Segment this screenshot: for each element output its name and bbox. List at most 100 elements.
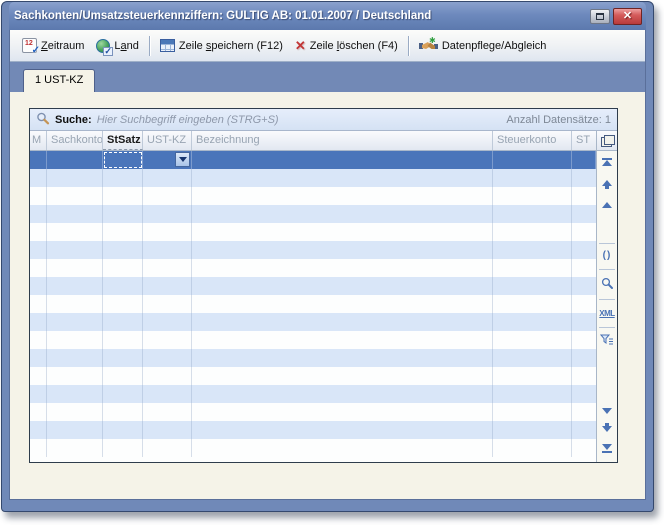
grid-cell[interactable] xyxy=(572,277,596,295)
grid-cell[interactable] xyxy=(30,295,47,313)
grid-cell[interactable] xyxy=(103,367,143,385)
grid-cell[interactable] xyxy=(103,205,143,223)
grid-cell[interactable] xyxy=(47,385,103,403)
grid-cell[interactable] xyxy=(30,403,47,421)
grid-cell[interactable] xyxy=(493,295,572,313)
grid-cell[interactable] xyxy=(47,439,103,457)
header-m[interactable]: M xyxy=(30,131,47,150)
grid-cell[interactable] xyxy=(47,367,103,385)
zeitraum-button[interactable]: Zeitraum xyxy=(16,35,90,56)
grid-cell[interactable] xyxy=(47,187,103,205)
grid-cell[interactable] xyxy=(572,367,596,385)
grid-row[interactable] xyxy=(30,313,596,331)
grid-row[interactable] xyxy=(30,421,596,439)
xml-export-icon[interactable]: XML xyxy=(597,305,617,321)
grid-cell[interactable] xyxy=(192,331,493,349)
grid-cell[interactable] xyxy=(103,259,143,277)
grid-cell[interactable] xyxy=(493,331,572,349)
row-up-icon[interactable] xyxy=(597,197,617,213)
grid-cell[interactable] xyxy=(103,403,143,421)
grid-cell[interactable] xyxy=(572,295,596,313)
search-bar[interactable]: Suche: Hier Suchbegriff eingeben (STRG+S… xyxy=(30,109,617,131)
grid-cell[interactable] xyxy=(192,313,493,331)
datenpflege-abgleich-button[interactable]: ✱ Datenpflege/Abgleich xyxy=(413,34,553,58)
grid-cell[interactable] xyxy=(103,241,143,259)
parentheses-icon[interactable]: () xyxy=(597,247,617,263)
grid-cell[interactable] xyxy=(143,385,192,403)
grid-cell[interactable] xyxy=(192,295,493,313)
grid-cell[interactable] xyxy=(143,241,192,259)
grid-cell[interactable] xyxy=(192,151,493,169)
grid-cell[interactable] xyxy=(493,421,572,439)
grid-cell[interactable] xyxy=(192,187,493,205)
grid-cell[interactable] xyxy=(192,241,493,259)
grid-cell[interactable] xyxy=(47,169,103,187)
grid-cell[interactable] xyxy=(30,385,47,403)
grid-cell[interactable] xyxy=(47,259,103,277)
grid-cell[interactable] xyxy=(47,295,103,313)
grid-row[interactable] xyxy=(30,277,596,295)
grid-cell[interactable] xyxy=(103,421,143,439)
header-steuerkonto[interactable]: Steuerkonto xyxy=(493,131,572,150)
grid-cell[interactable] xyxy=(103,313,143,331)
grid-cell[interactable] xyxy=(143,151,192,169)
grid-cell[interactable] xyxy=(30,313,47,331)
grid-row[interactable] xyxy=(30,223,596,241)
grid-cell[interactable] xyxy=(572,205,596,223)
grid-cell[interactable] xyxy=(572,241,596,259)
grid-cell[interactable] xyxy=(192,385,493,403)
grid-cell[interactable] xyxy=(192,367,493,385)
grid-cell[interactable] xyxy=(103,223,143,241)
grid-cell[interactable] xyxy=(572,421,596,439)
grid-cell[interactable] xyxy=(493,259,572,277)
grid-cell[interactable] xyxy=(493,187,572,205)
grid-cell[interactable] xyxy=(30,277,47,295)
grid-cell[interactable] xyxy=(143,421,192,439)
grid-cell[interactable] xyxy=(493,349,572,367)
grid-row[interactable] xyxy=(30,169,596,187)
grid-cell[interactable] xyxy=(30,367,47,385)
grid-row[interactable] xyxy=(30,259,596,277)
grid-cell[interactable] xyxy=(192,403,493,421)
zeile-loeschen-button[interactable]: ✕ Zeile löschen (F4) xyxy=(289,36,404,55)
grid-cell[interactable] xyxy=(192,277,493,295)
grid-cell[interactable] xyxy=(572,169,596,187)
grid-cell[interactable] xyxy=(30,241,47,259)
grid-cell[interactable] xyxy=(143,259,192,277)
grid-cell[interactable] xyxy=(47,421,103,439)
header-st[interactable]: ST xyxy=(572,131,596,150)
grid-cell[interactable] xyxy=(192,169,493,187)
grid-cell[interactable] xyxy=(47,241,103,259)
grid-row[interactable] xyxy=(30,331,596,349)
grid-cell[interactable] xyxy=(47,403,103,421)
grid-cell[interactable] xyxy=(572,259,596,277)
grid-cell[interactable] xyxy=(103,385,143,403)
grid-cell[interactable] xyxy=(47,223,103,241)
zeile-speichern-button[interactable]: Zeile speichern (F12) xyxy=(154,36,289,55)
grid-cell[interactable] xyxy=(143,313,192,331)
land-button[interactable]: Land xyxy=(90,36,145,56)
scroll-to-top-icon[interactable] xyxy=(597,155,617,171)
grid-cell[interactable] xyxy=(493,313,572,331)
grid-cell[interactable] xyxy=(143,277,192,295)
grid-cell[interactable] xyxy=(143,295,192,313)
header-stsatz[interactable]: StSatz xyxy=(103,131,143,150)
grid-cell[interactable] xyxy=(47,331,103,349)
grid-cell[interactable] xyxy=(103,295,143,313)
header-sachkonto[interactable]: Sachkonto xyxy=(47,131,103,150)
ustkz-dropdown-button[interactable] xyxy=(175,152,190,167)
grid-cell[interactable] xyxy=(572,385,596,403)
header-bezeichnung[interactable]: Bezeichnung xyxy=(192,131,493,150)
grid-cell[interactable] xyxy=(572,151,596,169)
page-down-icon[interactable] xyxy=(597,421,617,437)
grid-cell[interactable] xyxy=(572,439,596,457)
grid-row[interactable] xyxy=(30,385,596,403)
grid-cell[interactable] xyxy=(103,439,143,457)
titlebar[interactable]: Sachkonten/Umsatzsteuerkennziffern: GÜLT… xyxy=(9,2,646,30)
grid-cell[interactable] xyxy=(143,187,192,205)
grid-cell[interactable] xyxy=(493,151,572,169)
grid-row[interactable] xyxy=(30,439,596,457)
grid-cell[interactable] xyxy=(143,367,192,385)
grid-cell[interactable] xyxy=(30,223,47,241)
scroll-to-bottom-icon[interactable] xyxy=(597,439,617,455)
